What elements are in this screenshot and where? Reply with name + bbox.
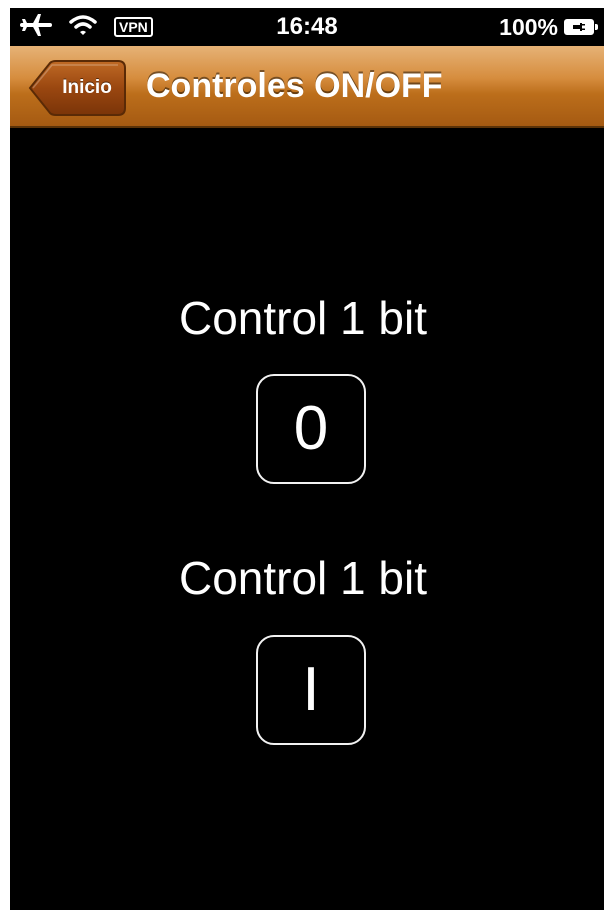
page-title: Controles ON/OFF — [146, 67, 443, 105]
control-2-label: Control 1 bit — [178, 552, 427, 604]
status-right-group: 100% — [499, 13, 598, 41]
navigation-bar: Inicio Controles ON/OFF — [10, 46, 604, 128]
battery-charging-icon — [564, 19, 598, 35]
back-button[interactable]: Inicio — [28, 60, 126, 116]
status-bar: VPN 16:48 100% — [10, 8, 604, 46]
control-2-on-button[interactable]: I — [256, 635, 366, 745]
control-1-label: Control 1 bit — [178, 292, 427, 344]
battery-percent: 100% — [499, 13, 558, 40]
back-button-label: Inicio — [62, 77, 112, 98]
app-screen: VPN 16:48 100% Inicio Controles ON/OFF C… — [10, 8, 604, 910]
control-1-off-button[interactable]: 0 — [256, 374, 366, 484]
